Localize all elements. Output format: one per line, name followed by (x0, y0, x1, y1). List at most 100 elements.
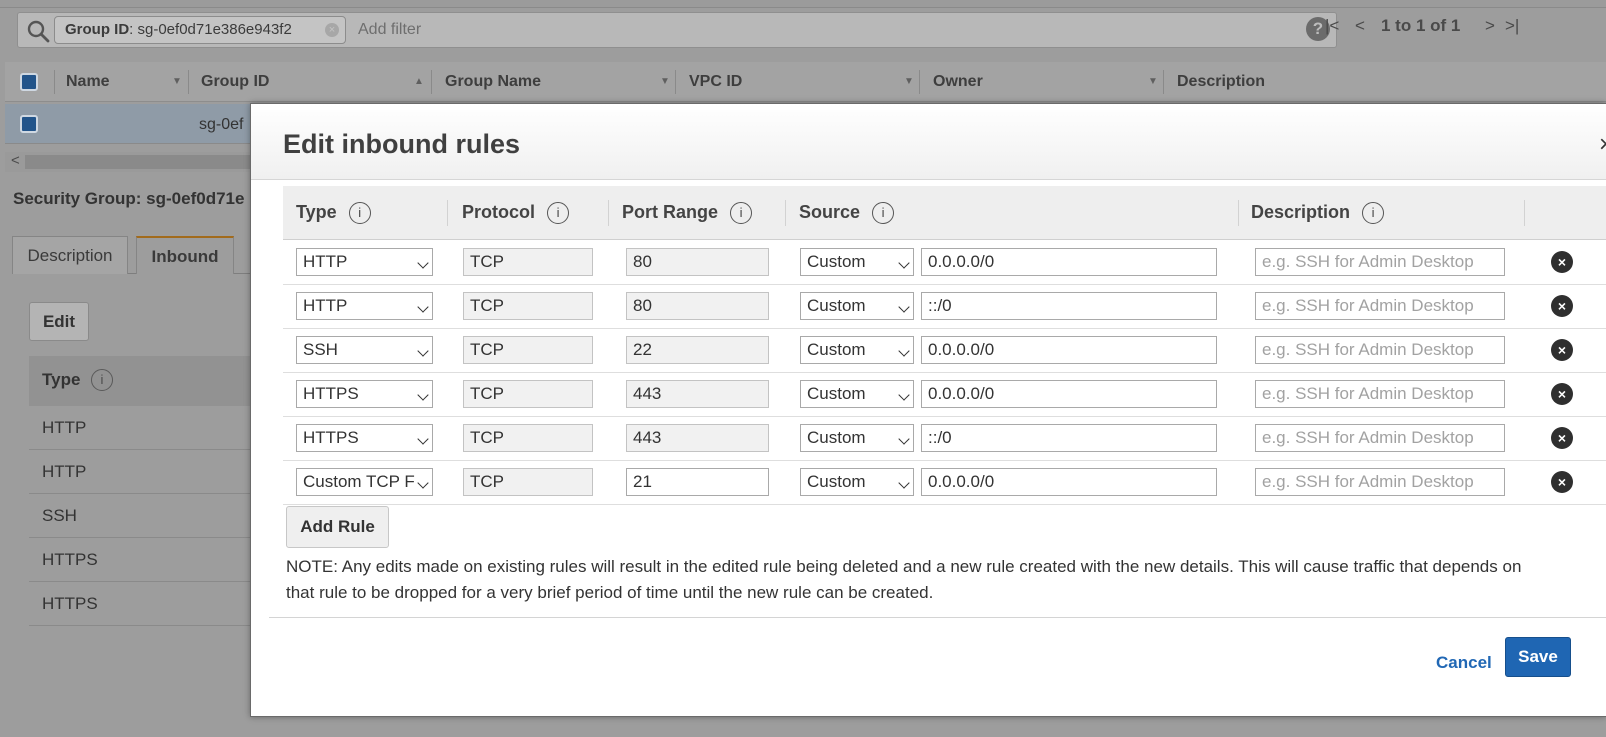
source-select[interactable]: Custom (800, 424, 914, 452)
remove-rule-icon[interactable]: × (1551, 295, 1573, 317)
search-icon[interactable] (26, 19, 50, 43)
col-group-name[interactable]: Group Name (445, 62, 541, 102)
cidr-input[interactable]: 0.0.0.0/0 (921, 248, 1217, 276)
type-select[interactable]: SSH (296, 336, 433, 364)
list-item: HTTPS (29, 538, 254, 582)
close-icon[interactable]: × (1599, 131, 1606, 159)
source-select[interactable]: Custom (800, 380, 914, 408)
prev-page-icon[interactable]: < (1355, 16, 1365, 36)
remove-rule-icon[interactable]: × (1551, 427, 1573, 449)
pagination-text: 1 to 1 of 1 (1381, 16, 1461, 35)
cidr-input[interactable]: 0.0.0.0/0 (921, 336, 1217, 364)
tab-inbound[interactable]: Inbound (136, 236, 234, 274)
footer-divider (269, 617, 1606, 618)
column-divider (1163, 70, 1164, 94)
edit-note: NOTE: Any edits made on existing rules w… (286, 557, 1522, 602)
grid-header: Name ▼ Group ID ▲ Group Name ▼ VPC ID ▼ … (5, 62, 1606, 102)
filter-chip-value: : sg-0ef0d71e386e943f2 (129, 21, 292, 38)
remove-rule-icon[interactable]: × (1551, 383, 1573, 405)
protocol-field: TCP (463, 248, 593, 276)
next-page-icon[interactable]: > (1485, 16, 1495, 36)
edit-button[interactable]: Edit (29, 302, 89, 341)
scroll-left-icon[interactable]: < (11, 152, 20, 169)
first-page-icon[interactable]: |< (1325, 16, 1339, 36)
rules-header: Type i Protocol i Port Range i Source i Desc… (283, 186, 1606, 240)
add-filter-input[interactable]: Add filter (358, 21, 421, 39)
col-description[interactable]: Description (1177, 62, 1265, 102)
add-rule-button[interactable]: Add Rule (286, 506, 389, 548)
info-icon[interactable]: i (547, 202, 570, 224)
column-divider (785, 200, 786, 226)
remove-rule-icon[interactable]: × (1551, 339, 1573, 361)
filter-chip-key: Group ID (65, 21, 130, 38)
cidr-input[interactable]: 0.0.0.0/0 (921, 380, 1217, 408)
source-select[interactable]: Custom (800, 468, 914, 496)
cidr-input[interactable]: ::/0 (921, 424, 1217, 452)
type-select[interactable]: HTTPS (296, 380, 433, 408)
list-item: SSH (29, 494, 254, 538)
info-icon[interactable]: i (872, 202, 895, 224)
chevron-down-icon (898, 389, 910, 401)
description-input[interactable]: e.g. SSH for Admin Desktop (1255, 248, 1505, 276)
cidr-input[interactable]: ::/0 (921, 292, 1217, 320)
horizontal-scrollbar[interactable]: < (5, 152, 250, 172)
remove-rule-icon[interactable]: × (1551, 471, 1573, 493)
type-select[interactable]: HTTPS (296, 424, 433, 452)
source-select[interactable]: Custom (800, 248, 914, 276)
port-range-field: 80 (626, 248, 769, 276)
chevron-down-icon (898, 345, 910, 357)
info-icon[interactable]: i (730, 202, 753, 224)
select-all-checkbox[interactable] (20, 73, 38, 91)
description-input[interactable]: e.g. SSH for Admin Desktop (1255, 292, 1505, 320)
filter-chip[interactable]: Group ID: sg-0ef0d71e386e943f2 × (54, 16, 346, 44)
clear-filter-icon[interactable]: × (325, 23, 339, 37)
source-select[interactable]: Custom (800, 292, 914, 320)
column-divider (1524, 200, 1525, 226)
port-range-field: 80 (626, 292, 769, 320)
info-icon[interactable]: i (91, 369, 113, 391)
port-range-input[interactable]: 21 (626, 468, 769, 496)
header-type: Type i (296, 202, 371, 224)
remove-rule-icon[interactable]: × (1551, 251, 1573, 273)
scroll-thumb[interactable] (25, 155, 250, 169)
source-select[interactable]: Custom (800, 336, 914, 364)
info-icon[interactable]: i (1362, 202, 1385, 224)
source-type-value: Custom (807, 472, 866, 491)
rule-row: HTTPS TCP 443 Custom 0.0.0.0/0 e.g. SSH … (283, 372, 1606, 417)
type-select[interactable]: HTTP (296, 292, 433, 320)
port-range-field: 443 (626, 380, 769, 408)
type-select[interactable]: Custom TCP F (296, 468, 433, 496)
row-checkbox[interactable] (20, 115, 38, 133)
col-group-id[interactable]: Group ID (201, 62, 269, 102)
header-protocol: Protocol i (462, 202, 570, 224)
header-description: Description i (1251, 202, 1385, 224)
modal-header: Edit inbound rules × (251, 104, 1606, 180)
column-divider (54, 70, 55, 94)
column-divider (675, 70, 676, 94)
col-owner[interactable]: Owner (933, 62, 983, 102)
column-divider (919, 70, 920, 94)
description-input[interactable]: e.g. SSH for Admin Desktop (1255, 424, 1505, 452)
description-input[interactable]: e.g. SSH for Admin Desktop (1255, 380, 1505, 408)
description-input[interactable]: e.g. SSH for Admin Desktop (1255, 336, 1505, 364)
col-name[interactable]: Name (66, 62, 110, 102)
save-button[interactable]: Save (1505, 637, 1571, 677)
rule-row: Custom TCP F TCP 21 Custom 0.0.0.0/0 e.g… (283, 460, 1606, 505)
type-select[interactable]: HTTP (296, 248, 433, 276)
chevron-down-icon (898, 301, 910, 313)
col-vpc-id[interactable]: VPC ID (689, 62, 742, 102)
cidr-input[interactable]: 0.0.0.0/0 (921, 468, 1217, 496)
source-type-value: Custom (807, 340, 866, 359)
info-icon[interactable]: i (348, 202, 371, 224)
port-range-field: 22 (626, 336, 769, 364)
last-page-icon[interactable]: >| (1505, 16, 1519, 36)
protocol-field: TCP (463, 468, 593, 496)
header-source: Source i (799, 202, 895, 224)
filter-bar[interactable]: Group ID: sg-0ef0d71e386e943f2 × Add fil… (17, 12, 1337, 48)
description-input[interactable]: e.g. SSH for Admin Desktop (1255, 468, 1505, 496)
chevron-down-icon (898, 433, 910, 445)
tab-description[interactable]: Description (12, 236, 128, 274)
list-item: HTTPS (29, 582, 254, 626)
cancel-button[interactable]: Cancel (1436, 653, 1492, 673)
rule-row: HTTP TCP 80 Custom 0.0.0.0/0 e.g. SSH fo… (283, 240, 1606, 285)
